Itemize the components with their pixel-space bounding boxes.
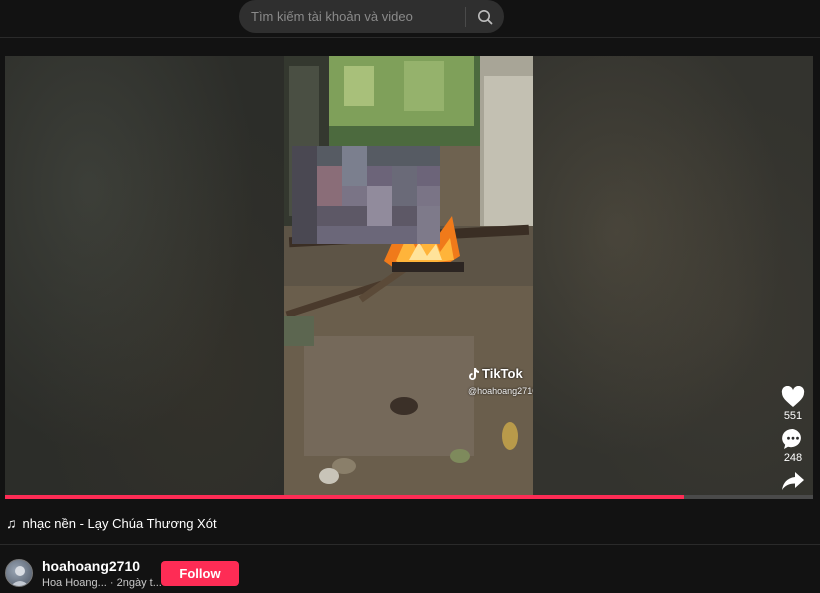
action-column: 551 248 26 [775, 386, 811, 496]
comment-count: 248 [783, 452, 803, 464]
blurred-backdrop-right [533, 56, 813, 496]
search-input[interactable] [239, 0, 465, 33]
like-button[interactable]: 551 [781, 386, 805, 422]
avatar-image-icon [10, 566, 30, 586]
meta-separator: · [106, 577, 117, 589]
search-icon [478, 9, 493, 24]
author-username[interactable]: hoahoang2710 [42, 558, 140, 574]
watermark-username: @hoahoang2710 [468, 386, 533, 396]
heart-icon [781, 386, 805, 407]
blurred-backdrop-left [5, 56, 284, 496]
follow-button[interactable]: Follow [161, 561, 239, 586]
progress-bar[interactable] [5, 495, 813, 499]
music-label: nhạc nền - Lạy Chúa Thương Xót [22, 515, 217, 531]
progress-fill [5, 495, 684, 499]
author-nickname: Hoa Hoang... [42, 577, 107, 589]
music-note-icon: ♫ [6, 515, 17, 531]
tiktok-watermark: TikTok [482, 366, 523, 381]
post-date: 2ngày t... [116, 577, 162, 589]
music-info[interactable]: ♫ nhạc nền - Lạy Chúa Thương Xót [6, 515, 217, 531]
search-button[interactable] [466, 0, 504, 33]
video-player[interactable]: TikTok @hoahoang2710 551 248 26 [5, 56, 813, 496]
share-button[interactable]: 26 [781, 470, 805, 496]
like-count: 551 [783, 410, 803, 422]
comment-icon [782, 428, 801, 449]
tiktok-logo-icon [469, 368, 479, 380]
search-bar [239, 0, 504, 33]
share-icon [782, 472, 804, 490]
video-frame[interactable]: TikTok @hoahoang2710 [284, 56, 533, 496]
top-bar [0, 0, 820, 38]
divider [0, 544, 820, 545]
comment-button[interactable]: 248 [782, 428, 804, 464]
author-meta: Hoa Hoang... · 2ngày t... [42, 577, 162, 589]
avatar[interactable] [5, 559, 33, 587]
video-scene [284, 56, 533, 496]
